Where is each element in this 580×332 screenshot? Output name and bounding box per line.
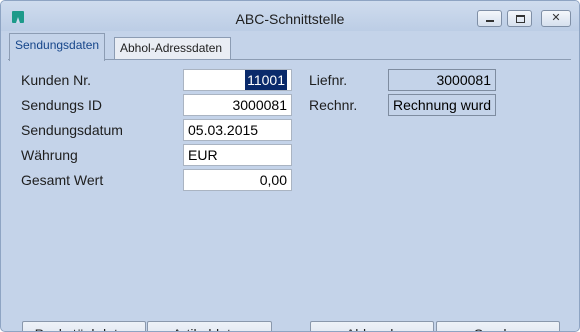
- waehrung-field[interactable]: EUR: [183, 144, 292, 166]
- sendungsdatum-label: Sendungsdatum: [21, 122, 123, 138]
- rechnr-field: Rechnung wurd: [388, 94, 496, 116]
- tab-abhol-adressdaten[interactable]: Abhol-Adressdaten: [114, 37, 231, 59]
- liefnr-field: 3000081: [388, 69, 496, 91]
- minimize-icon: [486, 20, 494, 22]
- sendungsdatum-field[interactable]: 05.03.2015: [183, 119, 292, 141]
- minimize-button[interactable]: [477, 10, 502, 27]
- maximize-icon: [516, 15, 525, 23]
- kunden-nr-field[interactable]: 11001: [183, 69, 292, 91]
- title-bar[interactable]: ABC-Schnittstelle ✕: [1, 1, 579, 31]
- packstueckdaten-button[interactable]: Packstückdaten: [22, 321, 146, 331]
- senden-button[interactable]: Senden: [436, 321, 560, 331]
- close-icon: ✕: [551, 12, 561, 24]
- client-area: Sendungsdaten Abhol-Adressdaten Kunden N…: [8, 31, 571, 331]
- artikeldaten-button[interactable]: Artikeldaten: [147, 321, 272, 331]
- gesamt-wert-field[interactable]: 0,00: [183, 169, 292, 191]
- liefnr-label: Liefnr.: [309, 72, 348, 88]
- kunden-nr-label: Kunden Nr.: [21, 72, 92, 88]
- tab-panel-sendungsdaten: Kunden Nr. 11001 Sendungs ID 3000081 Sen…: [8, 59, 571, 325]
- rechnr-label: Rechnr.: [309, 97, 358, 113]
- app-window: ABC-Schnittstelle ✕ Sendungsdaten Abhol-…: [0, 0, 580, 332]
- sendungs-id-label: Sendungs ID: [21, 97, 102, 113]
- abbruch-button[interactable]: Abbruch: [310, 321, 434, 331]
- sendungs-id-field[interactable]: 3000081: [183, 94, 292, 116]
- kunden-nr-value: 11001: [245, 70, 287, 90]
- gesamt-wert-label: Gesamt Wert: [21, 172, 104, 188]
- maximize-button[interactable]: [507, 10, 532, 27]
- waehrung-label: Währung: [21, 147, 78, 163]
- tab-sendungsdaten[interactable]: Sendungsdaten: [9, 33, 106, 61]
- close-button[interactable]: ✕: [541, 10, 571, 27]
